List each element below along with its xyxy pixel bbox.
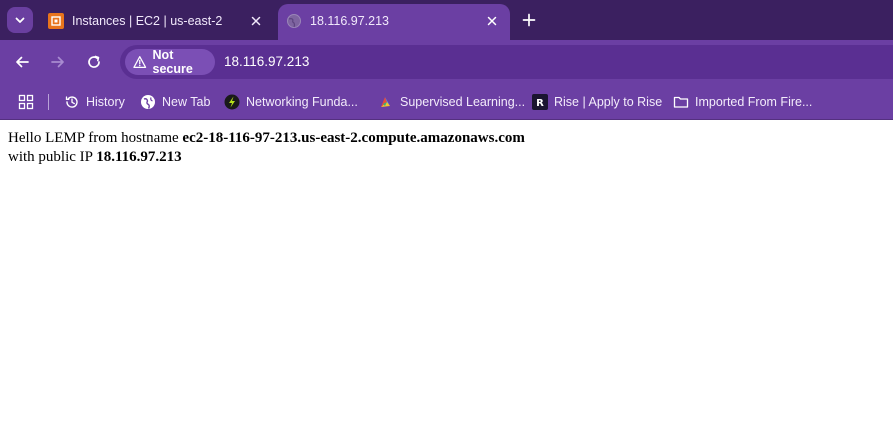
reload-button[interactable] [83, 51, 105, 73]
apps-button[interactable] [18, 91, 34, 113]
address-bar[interactable]: Not secure 18.116.97.213 [120, 45, 893, 79]
tab-title: Instances | EC2 | us-east-2 [72, 14, 223, 28]
folder-icon [673, 96, 689, 108]
bookmark-label: History [86, 95, 125, 109]
back-button[interactable] [11, 51, 33, 73]
aws-ec2-icon [48, 13, 64, 29]
security-label: Not secure [152, 48, 193, 76]
close-icon[interactable] [484, 13, 500, 29]
tab-current[interactable]: 18.116.97.213 [278, 4, 510, 40]
arrow-left-icon [16, 56, 29, 68]
toolbar: Not secure 18.116.97.213 [0, 40, 893, 84]
close-icon[interactable] [248, 13, 264, 29]
bookmark-folder-imported[interactable]: Imported From Fire... [673, 91, 812, 113]
ip-text: with public IP [8, 149, 93, 165]
bookmark-supervised-learning[interactable]: Supervised Learning... [378, 91, 525, 113]
bookmarks-divider [48, 94, 49, 110]
tab-search-button[interactable] [7, 7, 33, 33]
bookmark-label: New Tab [162, 95, 211, 109]
bookmarks-bar: History New Tab Networking Funda... Supe… [0, 84, 893, 120]
bookmark-label: Rise | Apply to Rise [554, 95, 663, 109]
greeting-line: Hello LEMP from hostname ec2-18-116-97-2… [8, 129, 888, 148]
bookmark-label: Supervised Learning... [400, 95, 526, 109]
globe-icon [141, 95, 155, 109]
security-chip[interactable]: Not secure [125, 48, 215, 76]
history-icon [65, 96, 78, 108]
bookmark-label: Imported From Fire... [695, 95, 813, 109]
ip-line: with public IP 18.116.97.213 [8, 148, 888, 167]
apps-grid-icon [18, 94, 34, 110]
new-tab-button[interactable] [518, 9, 540, 31]
url-text[interactable]: 18.116.97.213 [224, 54, 309, 69]
forward-button[interactable] [47, 51, 69, 73]
warning-icon [133, 56, 147, 68]
lightning-icon [224, 94, 240, 110]
tab-title: 18.116.97.213 [310, 14, 390, 28]
tab-strip: Instances | EC2 | us-east-2 18.116.97.21… [0, 0, 893, 40]
bookmark-history[interactable]: History [64, 91, 125, 113]
plus-icon [522, 13, 536, 27]
public-ip-value: 18.116.97.213 [96, 149, 182, 165]
reload-icon [88, 55, 100, 68]
arrow-right-icon [51, 56, 64, 68]
greeting-text: Hello LEMP from hostname [8, 130, 179, 146]
bookmark-label: Networking Funda... [246, 95, 358, 109]
bookmark-rise[interactable]: R Rise | Apply to Rise [532, 91, 662, 113]
globe-icon [287, 14, 301, 28]
bookmark-new-tab[interactable]: New Tab [140, 91, 210, 113]
page-content: Hello LEMP from hostname ec2-18-116-97-2… [8, 129, 888, 167]
tab-instances[interactable]: Instances | EC2 | us-east-2 [40, 4, 274, 40]
chevron-down-icon [15, 17, 25, 23]
hostname-value: ec2-18-116-97-213.us-east-2.compute.amaz… [182, 130, 525, 146]
svg-text:R: R [536, 98, 544, 109]
colorful-icon [381, 97, 390, 107]
rise-logo-icon: R [532, 94, 548, 110]
bookmark-networking[interactable]: Networking Funda... [224, 91, 358, 113]
